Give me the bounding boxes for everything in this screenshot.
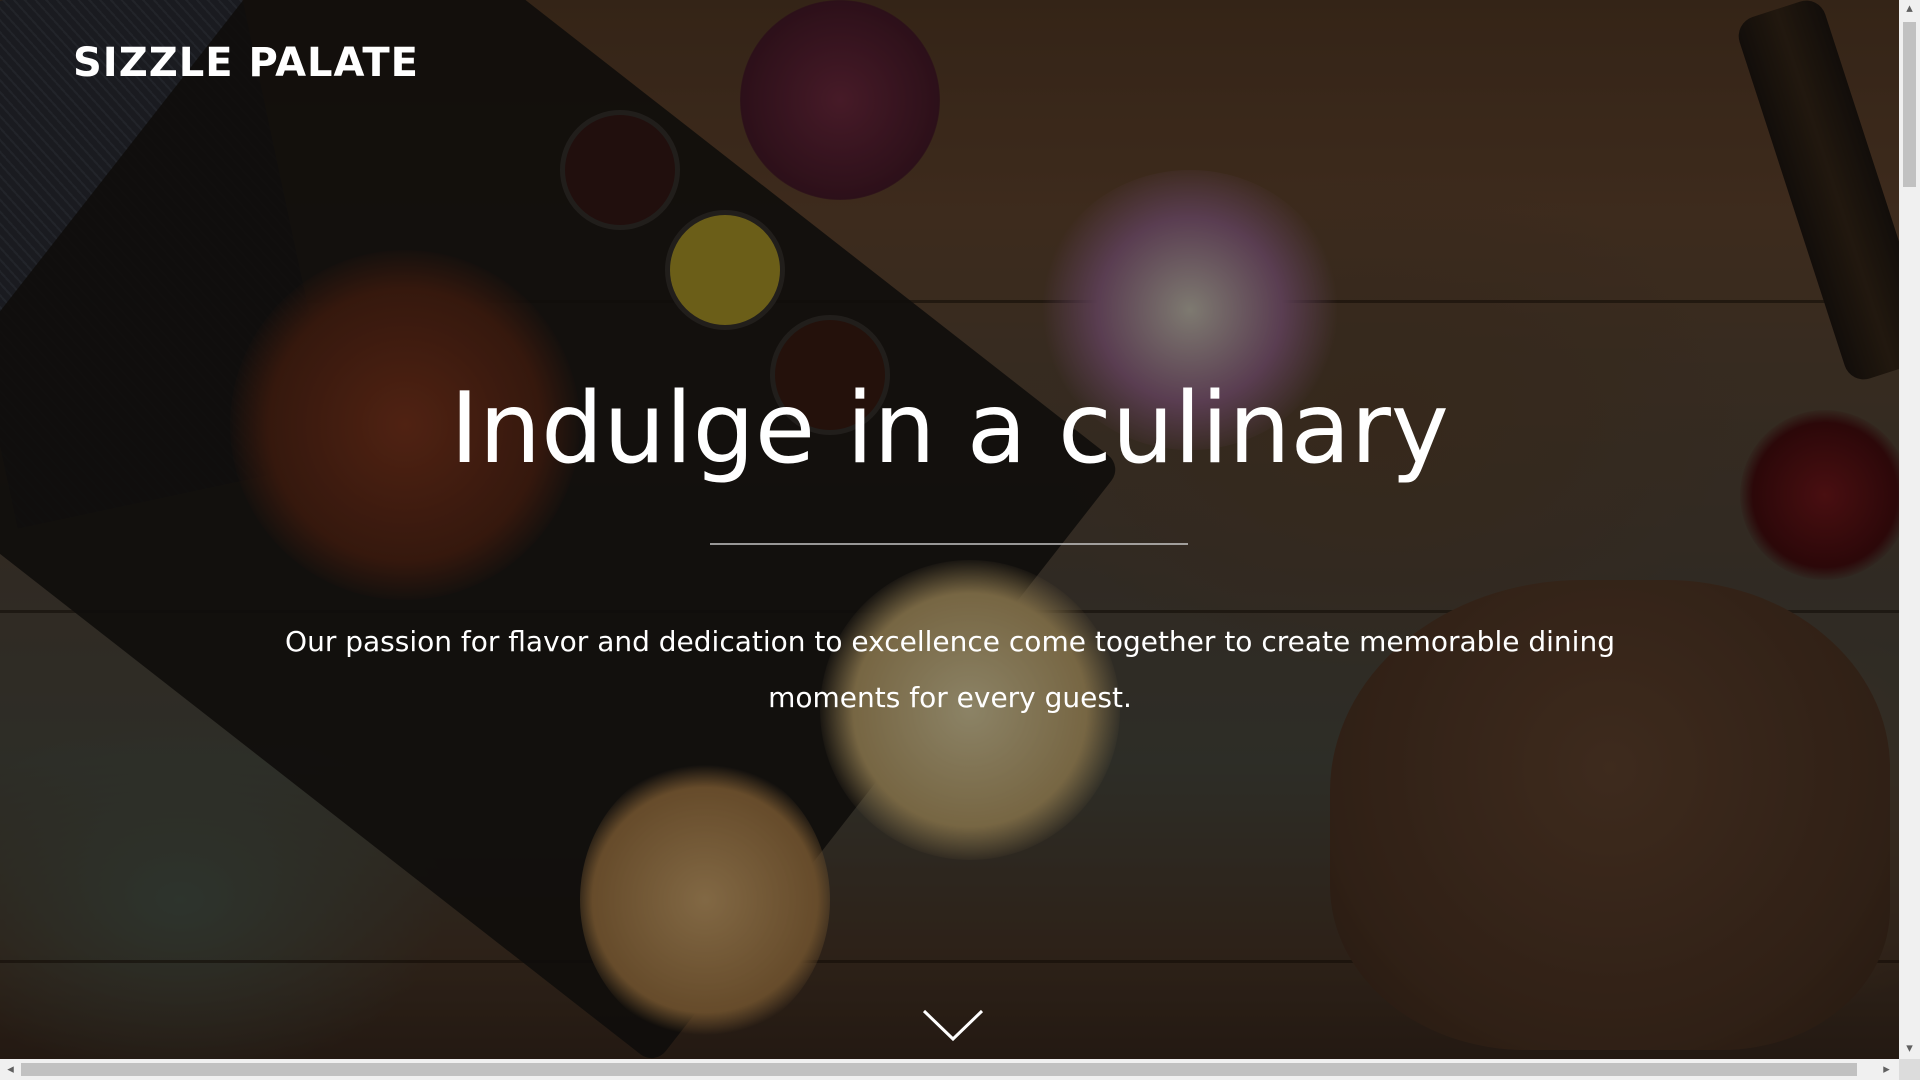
horizontal-scrollbar[interactable]: ◂ ▸ bbox=[0, 1059, 1899, 1080]
site-logo[interactable]: SIZZLE PALATE bbox=[73, 40, 419, 86]
scroll-right-arrow-icon[interactable]: ▸ bbox=[1878, 1061, 1895, 1078]
vertical-scroll-thumb[interactable] bbox=[1903, 22, 1916, 187]
hero-title: Indulge in a culinary bbox=[450, 372, 1449, 486]
vertical-scrollbar[interactable]: ▴ ▾ bbox=[1899, 0, 1920, 1059]
horizontal-scroll-thumb[interactable] bbox=[21, 1063, 1857, 1076]
scroll-up-arrow-icon[interactable]: ▴ bbox=[1901, 0, 1918, 17]
page-viewport: SIZZLE PALATE Indulge in a culinary Our … bbox=[0, 0, 1899, 1059]
scrollbar-corner bbox=[1899, 1059, 1920, 1080]
hero-subtitle: Our passion for flavor and dedication to… bbox=[285, 625, 1615, 714]
scroll-down-arrow-icon[interactable]: ▾ bbox=[1901, 1040, 1918, 1057]
scroll-left-arrow-icon[interactable]: ◂ bbox=[2, 1061, 19, 1078]
chevron-down-icon[interactable] bbox=[920, 1005, 986, 1045]
hero-divider bbox=[710, 543, 1188, 545]
hero-dark-overlay bbox=[0, 0, 1899, 1059]
